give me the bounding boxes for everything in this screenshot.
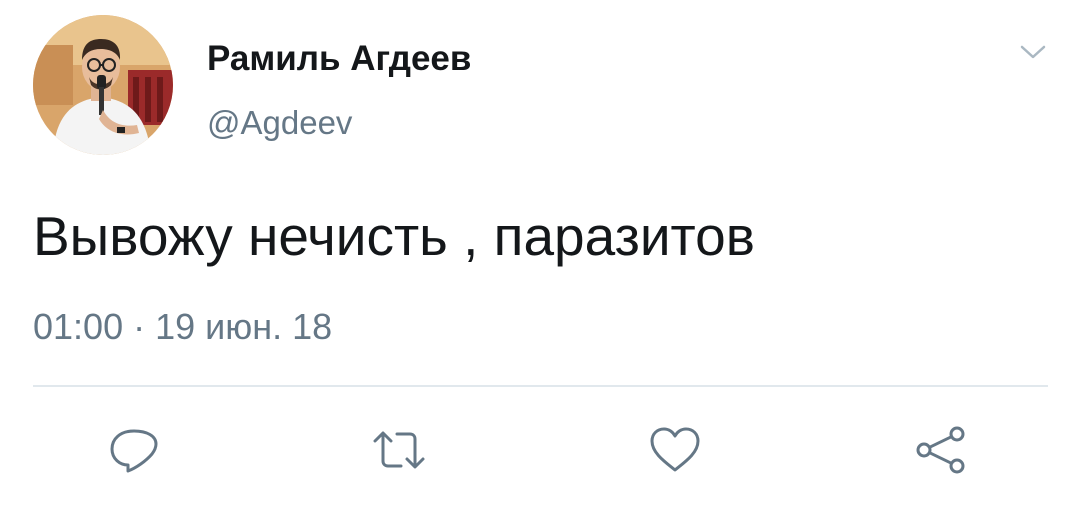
heart-icon bbox=[650, 427, 700, 472]
chevron-down-icon[interactable] bbox=[1018, 40, 1048, 64]
tweet-timestamp[interactable]: 01:00 · 19 июн. 18 bbox=[33, 305, 332, 349]
retweet-icon bbox=[373, 431, 425, 469]
avatar[interactable] bbox=[33, 15, 173, 155]
author-name[interactable]: Рамиль Агдеев bbox=[207, 38, 471, 80]
reply-icon bbox=[110, 429, 158, 473]
author-handle[interactable]: @Agdeev bbox=[207, 103, 352, 143]
share-button[interactable] bbox=[913, 425, 969, 475]
tweet-card: Рамиль Агдеев @Agdeev Вывожу нечисть , п… bbox=[0, 0, 1080, 516]
share-icon bbox=[916, 426, 965, 474]
retweet-button[interactable] bbox=[371, 425, 427, 475]
avatar-photo bbox=[33, 15, 173, 155]
divider bbox=[33, 385, 1048, 387]
tweet-text: Вывожу нечисть , паразитов bbox=[33, 205, 755, 267]
like-button[interactable] bbox=[647, 425, 703, 475]
reply-button[interactable] bbox=[106, 425, 162, 475]
